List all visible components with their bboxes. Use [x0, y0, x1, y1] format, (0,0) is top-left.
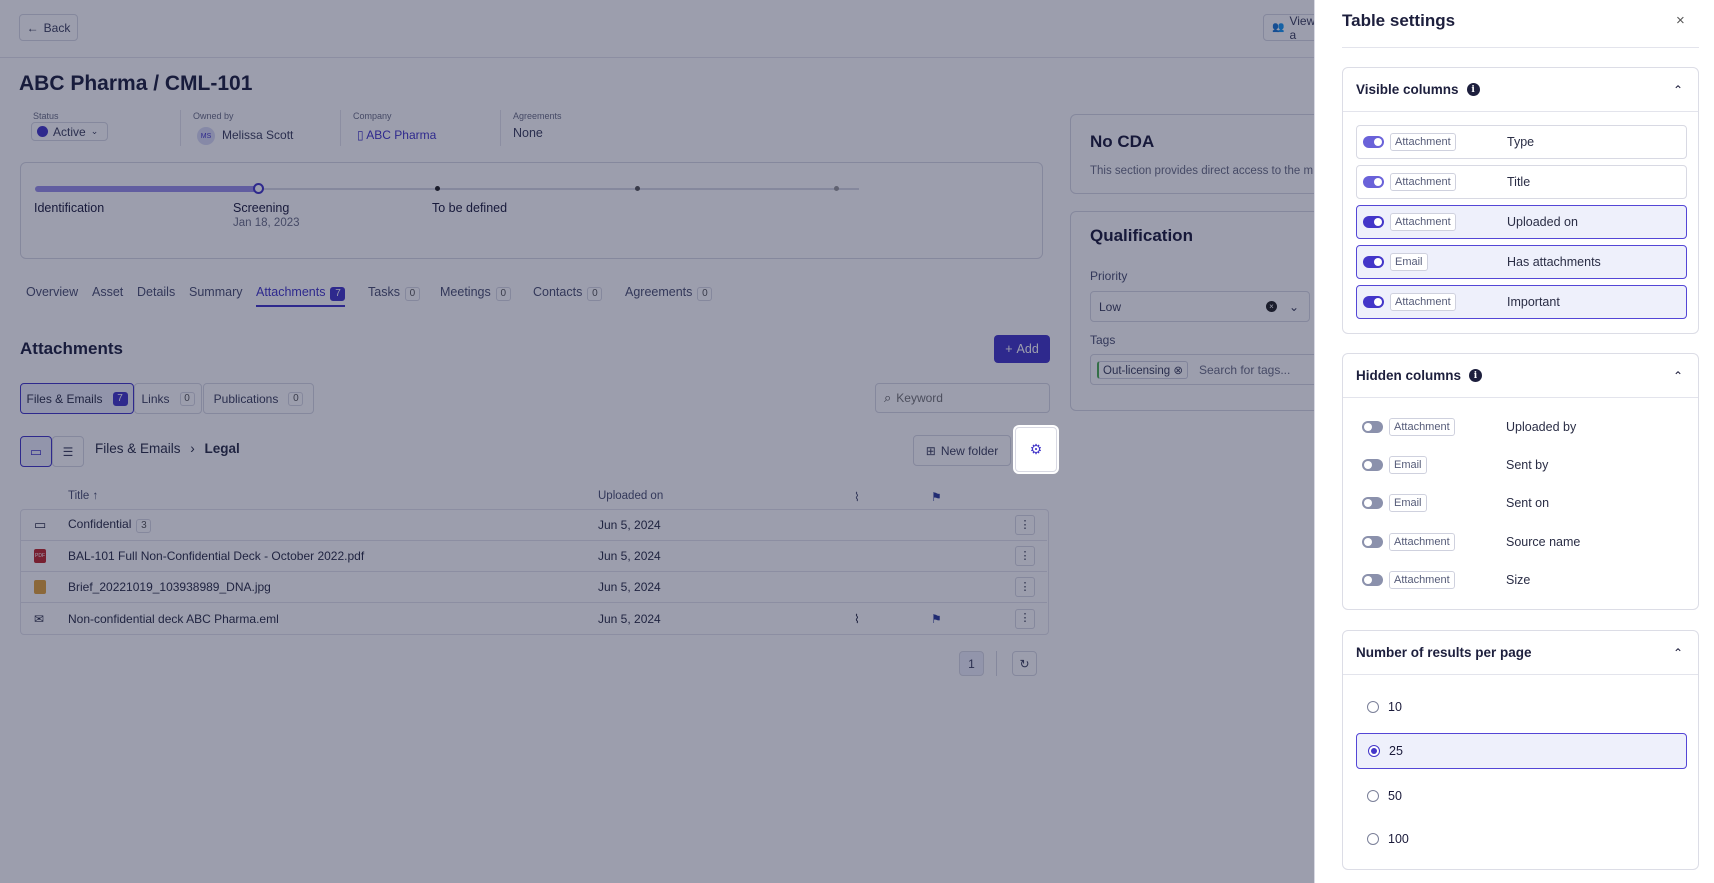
- toggle-switch[interactable]: [1362, 459, 1383, 471]
- modal-overlay[interactable]: [0, 0, 1314, 883]
- results-option[interactable]: 25: [1356, 733, 1687, 769]
- chevron-up-icon[interactable]: ⌃: [1670, 82, 1686, 98]
- chevron-up-icon[interactable]: ⌃: [1670, 645, 1686, 661]
- hidden-column-row[interactable]: Attachment Uploaded by: [1356, 412, 1687, 442]
- section-header[interactable]: Visible columns i: [1343, 68, 1698, 112]
- section-header[interactable]: Number of results per page: [1343, 631, 1698, 675]
- toggle-switch[interactable]: [1363, 296, 1384, 308]
- section-header[interactable]: Hidden columns i: [1343, 354, 1698, 398]
- column-type-pill: Attachment: [1390, 213, 1456, 231]
- column-name: Size: [1506, 573, 1531, 587]
- column-name: Has attachments: [1507, 255, 1601, 269]
- visible-column-row[interactable]: Email Has attachments: [1356, 245, 1687, 279]
- visible-column-row[interactable]: Attachment Title: [1356, 165, 1687, 199]
- results-option[interactable]: 100: [1356, 821, 1687, 857]
- column-type-pill: Email: [1389, 494, 1427, 512]
- column-type-pill: Email: [1389, 456, 1427, 474]
- table-settings-button[interactable]: ⚙: [1015, 427, 1057, 472]
- hidden-column-row[interactable]: Email Sent on: [1356, 488, 1687, 518]
- column-type-pill: Attachment: [1390, 173, 1456, 191]
- column-name: Uploaded on: [1507, 215, 1578, 229]
- toggle-switch[interactable]: [1362, 421, 1383, 433]
- column-type-pill: Attachment: [1390, 133, 1456, 151]
- gear-icon: ⚙: [1029, 441, 1043, 457]
- radio-button[interactable]: [1367, 833, 1379, 845]
- results-option[interactable]: 50: [1356, 778, 1687, 814]
- visible-columns-section: Visible columns i ⌃ Attachment Type Attach…: [1342, 67, 1699, 334]
- column-name: Uploaded by: [1506, 420, 1577, 434]
- results-option[interactable]: 10: [1356, 689, 1687, 725]
- column-name: Sent by: [1506, 458, 1549, 472]
- info-icon[interactable]: i: [1469, 369, 1483, 382]
- visible-column-row[interactable]: Attachment Uploaded on: [1356, 205, 1687, 239]
- radio-button[interactable]: [1367, 701, 1379, 713]
- radio-button[interactable]: [1368, 745, 1380, 757]
- toggle-switch[interactable]: [1363, 176, 1384, 188]
- column-type-pill: Attachment: [1389, 571, 1455, 589]
- table-settings-panel: Table settings × Visible columns i ⌃ Atta…: [1314, 0, 1714, 883]
- column-type-pill: Attachment: [1389, 418, 1455, 436]
- divider: [1342, 47, 1699, 48]
- column-type-pill: Attachment: [1389, 533, 1455, 551]
- column-name: Title: [1507, 175, 1531, 189]
- toggle-switch[interactable]: [1363, 256, 1384, 268]
- toggle-switch[interactable]: [1363, 216, 1384, 228]
- hidden-columns-section: Hidden columns i ⌃ Attachment Uploaded by …: [1342, 353, 1699, 610]
- toggle-switch[interactable]: [1362, 536, 1383, 548]
- column-name: Type: [1507, 135, 1535, 149]
- column-type-pill: Attachment: [1390, 293, 1456, 311]
- column-name: Source name: [1506, 535, 1581, 549]
- results-per-page-section: Number of results per page ⌃ 10 25 50 10…: [1342, 630, 1699, 870]
- hidden-column-row[interactable]: Email Sent by: [1356, 450, 1687, 480]
- toggle-switch[interactable]: [1362, 574, 1383, 586]
- panel-title: Table settings: [1342, 11, 1456, 30]
- toggle-switch[interactable]: [1363, 136, 1384, 148]
- visible-column-row[interactable]: Attachment Type: [1356, 125, 1687, 159]
- visible-column-row[interactable]: Attachment Important: [1356, 285, 1687, 319]
- hidden-column-row[interactable]: Attachment Size: [1356, 565, 1687, 595]
- column-type-pill: Email: [1390, 253, 1428, 271]
- column-name: Important: [1507, 295, 1560, 309]
- close-icon[interactable]: ×: [1676, 12, 1685, 29]
- chevron-up-icon[interactable]: ⌃: [1670, 368, 1686, 384]
- hidden-column-row[interactable]: Attachment Source name: [1356, 527, 1687, 557]
- radio-button[interactable]: [1367, 790, 1379, 802]
- info-icon[interactable]: i: [1466, 83, 1480, 96]
- column-name: Sent on: [1506, 496, 1550, 510]
- toggle-switch[interactable]: [1362, 497, 1383, 509]
